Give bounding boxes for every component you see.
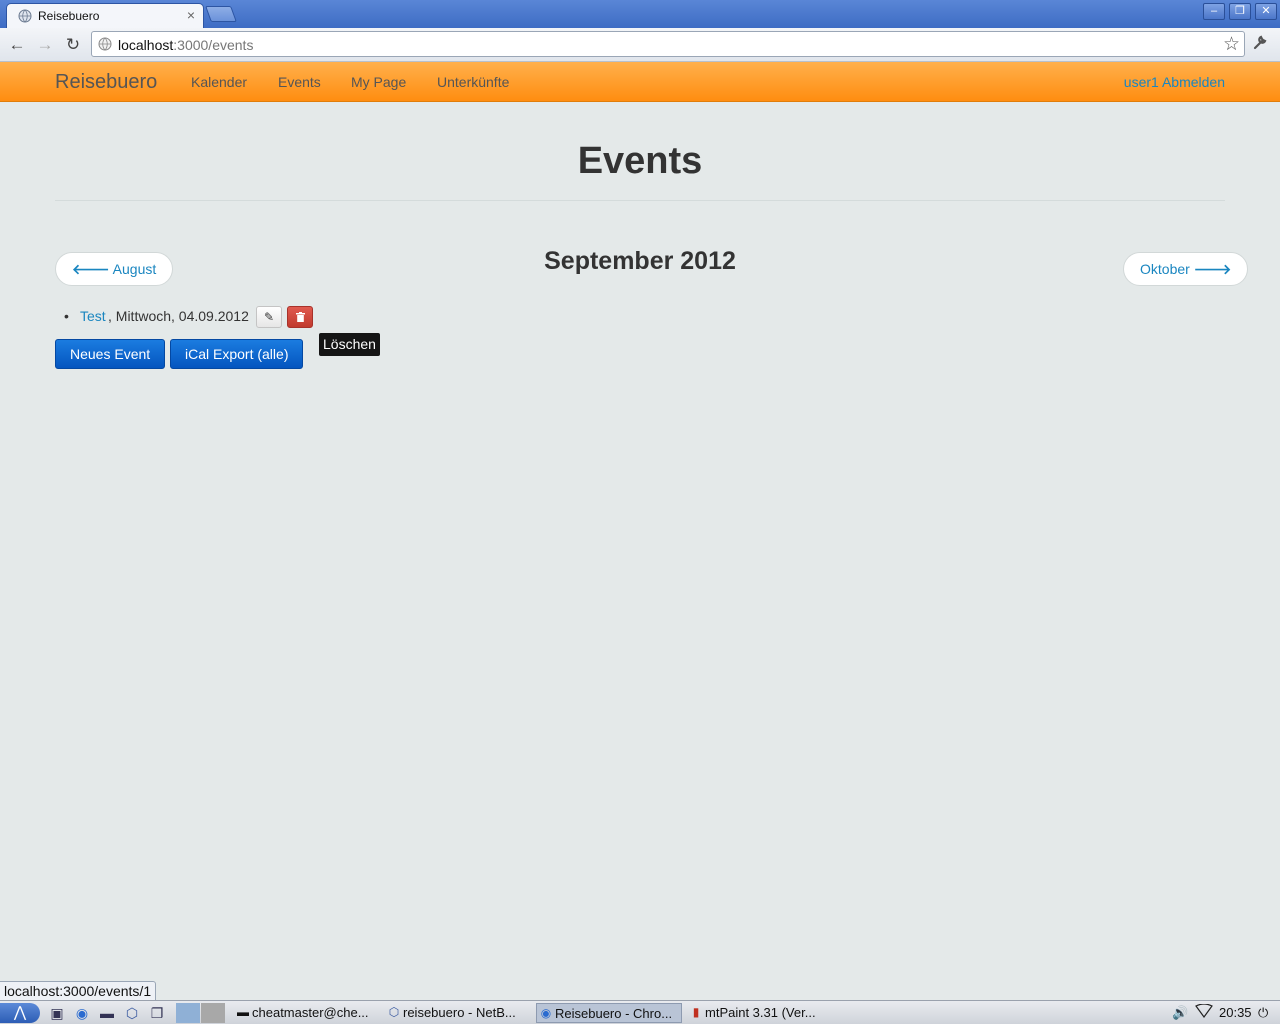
- start-menu-button[interactable]: ⋀: [0, 1003, 40, 1023]
- bookmark-star-icon[interactable]: ☆: [1223, 33, 1240, 56]
- ical-export-button[interactable]: iCal Export (alle): [170, 339, 304, 369]
- app-navbar: Reisebuero Kalender Events My Page Unter…: [0, 62, 1280, 102]
- desktop-2-button[interactable]: [201, 1003, 225, 1023]
- tab-title: Reisebuero: [38, 9, 100, 23]
- new-tab-button[interactable]: [205, 6, 237, 22]
- page-icon: [98, 37, 112, 51]
- pencil-icon: ✎: [263, 310, 275, 324]
- desktop-1-button[interactable]: [176, 1003, 200, 1023]
- show-desktop-icon[interactable]: ❐: [148, 1004, 166, 1022]
- url-text: localhost:3000/events: [118, 37, 253, 53]
- back-icon[interactable]: ←: [6, 34, 28, 56]
- terminal-icon: ▬: [237, 1005, 249, 1019]
- task-label: Reisebuero - Chro...: [555, 1006, 673, 1021]
- new-event-button[interactable]: Neues Event: [55, 339, 166, 369]
- globe-icon: [18, 9, 32, 23]
- volume-icon[interactable]: 🔊: [1172, 1004, 1188, 1022]
- nav-kalender[interactable]: Kalender: [191, 74, 247, 90]
- wifi-signal-icon: [1195, 1003, 1213, 1019]
- nav-events[interactable]: Events: [278, 74, 321, 90]
- netbeans-launcher-icon[interactable]: ⬡: [123, 1004, 141, 1022]
- title-divider: [55, 200, 1225, 201]
- month-heading: September 2012: [544, 247, 736, 275]
- nav-my-page[interactable]: My Page: [351, 74, 406, 90]
- start-menu-icon: ⋀: [13, 1004, 27, 1021]
- url-path: :3000/events: [173, 37, 254, 53]
- edit-event-button[interactable]: ✎: [256, 306, 282, 328]
- forward-icon[interactable]: →: [34, 34, 56, 56]
- url-host: localhost: [118, 37, 174, 53]
- taskbar: ⋀ ▣ ◉ ▬ ⬡ ❐ ▬ cheatmaster@che... ⬡ reise…: [0, 1000, 1280, 1024]
- delete-event-button[interactable]: [287, 306, 313, 328]
- next-month-button[interactable]: Oktober 🡒: [1123, 252, 1249, 286]
- task-mtpaint[interactable]: ▮ mtPaint 3.31 (Ver...: [687, 1003, 833, 1023]
- delete-tooltip: Löschen: [319, 333, 380, 356]
- task-chromium[interactable]: ◉ Reisebuero - Chro...: [536, 1003, 682, 1023]
- next-month-label: Oktober: [1140, 261, 1190, 277]
- reload-icon[interactable]: ↻: [62, 34, 84, 56]
- browser-titlebar: Reisebuero × – ❐ ✕: [0, 0, 1280, 28]
- netbeans-icon: ⬡: [388, 1005, 400, 1019]
- brand-link[interactable]: Reisebuero: [55, 71, 157, 94]
- file-manager-icon[interactable]: ▣: [48, 1004, 66, 1022]
- task-terminal[interactable]: ▬ cheatmaster@che...: [234, 1003, 380, 1023]
- browser-toolbar: ← → ↻ localhost:3000/events ☆: [0, 28, 1280, 62]
- user-menu: user1 Abmelden: [1124, 74, 1225, 90]
- clock: 20:35: [1219, 1005, 1252, 1020]
- trash-icon: [295, 312, 305, 322]
- status-bubble: localhost:3000/events/1: [0, 981, 157, 1001]
- bullet: •: [64, 308, 69, 324]
- task-label: reisebuero - NetB...: [403, 1005, 516, 1020]
- user-name-link[interactable]: user1: [1124, 74, 1159, 90]
- restore-button[interactable]: ❐: [1229, 3, 1251, 20]
- task-label: cheatmaster@che...: [252, 1005, 369, 1020]
- terminal-launcher-icon[interactable]: ▬: [98, 1004, 116, 1022]
- address-bar[interactable]: localhost:3000/events ☆: [91, 31, 1245, 57]
- arrow-right-icon: 🡒: [1193, 261, 1232, 277]
- close-window-button[interactable]: ✕: [1255, 3, 1277, 20]
- event-link[interactable]: Test: [80, 306, 106, 326]
- wrench-icon: [1253, 35, 1267, 50]
- mtpaint-icon: ▮: [692, 1005, 700, 1019]
- wrench-menu-icon[interactable]: [1252, 34, 1269, 56]
- nav-unterkuenfte[interactable]: Unterkünfte: [437, 74, 509, 90]
- task-netbeans[interactable]: ⬡ reisebuero - NetB...: [385, 1003, 531, 1023]
- logout-link[interactable]: Abmelden: [1162, 74, 1225, 90]
- browser-tab[interactable]: Reisebuero ×: [6, 3, 204, 28]
- wifi-icon[interactable]: [1195, 1003, 1213, 1023]
- power-icon[interactable]: ⏻: [1258, 1004, 1268, 1022]
- page-title: Events: [577, 140, 703, 182]
- task-label: mtPaint 3.31 (Ver...: [705, 1005, 816, 1020]
- event-date: , Mittwoch, 04.09.2012: [108, 308, 249, 324]
- chromium-icon: ◉: [540, 1006, 552, 1020]
- tab-close-icon[interactable]: ×: [187, 7, 195, 23]
- minimize-button[interactable]: –: [1203, 3, 1225, 20]
- browser-launcher-icon[interactable]: ◉: [73, 1004, 91, 1022]
